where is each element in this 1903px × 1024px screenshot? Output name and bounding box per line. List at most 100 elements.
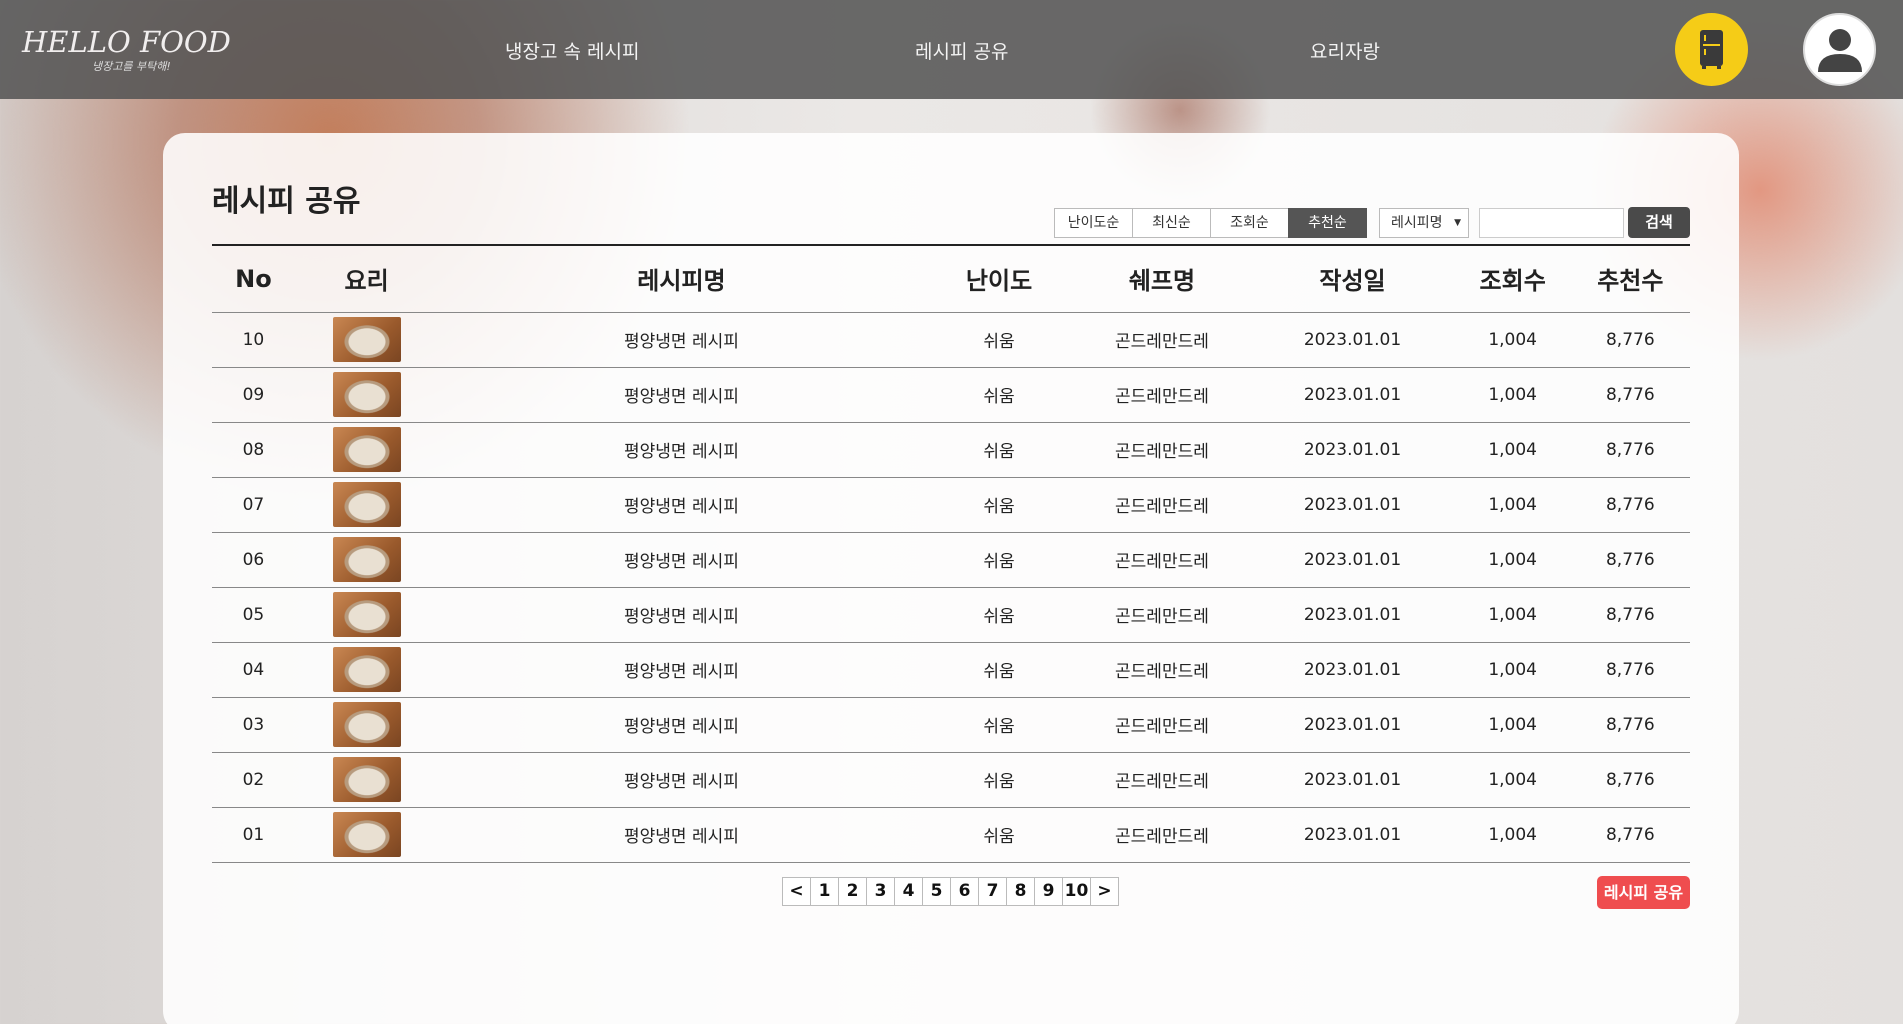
dropdown-arrow-icon: ▼ <box>1454 218 1461 228</box>
table-row[interactable]: 04 평양냉면 레시피 쉬움 곤드레만드레 2023.01.01 1,004 8,776 <box>212 642 1690 697</box>
row-views: 1,004 <box>1488 384 1537 405</box>
profile-button[interactable] <box>1803 13 1876 86</box>
row-date: 2023.01.01 <box>1303 439 1402 460</box>
row-no: 02 <box>242 769 265 790</box>
table-row[interactable]: 07 평양냉면 레시피 쉬움 곤드레만드레 2023.01.01 1,004 8,776 <box>212 477 1690 532</box>
row-chef: 곤드레만드레 <box>1115 772 1209 792</box>
dish-image <box>295 532 439 587</box>
logo[interactable]: HELLO FOOD 냉장고를 부탁해! <box>22 26 231 76</box>
dish-image <box>295 312 439 367</box>
table-row[interactable]: 06 평양냉면 레시피 쉬움 곤드레만드레 2023.01.01 1,004 8,776 <box>212 532 1690 587</box>
row-chef: 곤드레만드레 <box>1115 607 1209 627</box>
row-views: 1,004 <box>1488 604 1537 625</box>
col-header-difficulty: 난이도 <box>965 267 1033 296</box>
table-row[interactable]: 01 평양냉면 레시피 쉬움 곤드레만드레 2023.01.01 1,004 8,776 <box>212 807 1690 862</box>
dish-image <box>295 422 439 477</box>
table-row[interactable]: 10 평양냉면 레시피 쉬움 곤드레만드레 2023.01.01 1,004 8,776 <box>212 312 1690 367</box>
row-date: 2023.01.01 <box>1303 824 1402 845</box>
row-difficulty: 쉬움 <box>983 662 1015 682</box>
search-button[interactable]: 검색 <box>1628 207 1690 238</box>
nav-recipe-share[interactable]: 레시피 공유 <box>915 37 1008 64</box>
search-input[interactable] <box>1479 208 1624 238</box>
row-views: 1,004 <box>1488 824 1537 845</box>
table-row[interactable]: 08 평양냉면 레시피 쉬움 곤드레만드레 2023.01.01 1,004 8,776 <box>212 422 1690 477</box>
row-likes: 8,776 <box>1605 549 1655 570</box>
page-8-button[interactable]: 8 <box>1006 877 1035 906</box>
row-recipe-name[interactable]: 평양냉면 레시피 <box>438 422 924 477</box>
page-5-button[interactable]: 5 <box>922 877 951 906</box>
row-recipe-name[interactable]: 평양냉면 레시피 <box>438 367 924 422</box>
recipe-share-panel: 레시피 공유 난이도순 최신순 조회순 추천순 레시피명 ▼ 검색 No 요리 … <box>163 133 1739 1024</box>
row-difficulty: 쉬움 <box>983 607 1015 627</box>
row-views: 1,004 <box>1488 714 1537 735</box>
row-likes: 8,776 <box>1605 494 1655 515</box>
row-recipe-name[interactable]: 평양냉면 레시피 <box>438 642 924 697</box>
row-no: 10 <box>242 329 265 350</box>
col-header-recipe-name: 레시피명 <box>637 267 726 296</box>
row-recipe-name[interactable]: 평양냉면 레시피 <box>438 312 924 367</box>
dish-thumbnail[interactable] <box>332 427 401 472</box>
share-recipe-button[interactable]: 레시피 공유 <box>1597 876 1690 909</box>
page-7-button[interactable]: 7 <box>978 877 1007 906</box>
page-10-button[interactable]: 10 <box>1062 877 1091 906</box>
dish-thumbnail[interactable] <box>332 482 401 527</box>
dish-thumbnail[interactable] <box>332 702 401 747</box>
page-4-button[interactable]: 4 <box>894 877 923 906</box>
fridge-button[interactable] <box>1675 13 1748 86</box>
page-9-button[interactable]: 9 <box>1034 877 1063 906</box>
row-no: 06 <box>242 549 265 570</box>
row-difficulty: 쉬움 <box>983 827 1015 847</box>
dish-thumbnail[interactable] <box>332 757 401 802</box>
nav-fridge-recipes[interactable]: 냉장고 속 레시피 <box>505 37 639 64</box>
row-chef: 곤드레만드레 <box>1115 662 1209 682</box>
sort-recommend-button[interactable]: 추천순 <box>1288 208 1367 238</box>
sort-difficulty-button[interactable]: 난이도순 <box>1054 208 1133 238</box>
nav-cooking-showoff[interactable]: 요리자랑 <box>1310 37 1380 64</box>
row-likes: 8,776 <box>1605 714 1655 735</box>
dish-thumbnail[interactable] <box>332 537 401 582</box>
row-no: 03 <box>242 714 265 735</box>
table-row[interactable]: 09 평양냉면 레시피 쉬움 곤드레만드레 2023.01.01 1,004 8,776 <box>212 367 1690 422</box>
row-recipe-name[interactable]: 평양냉면 레시피 <box>438 587 924 642</box>
page-prev-button[interactable]: < <box>782 877 811 906</box>
row-difficulty: 쉬움 <box>983 552 1015 572</box>
page-next-button[interactable]: > <box>1090 877 1119 906</box>
row-views: 1,004 <box>1488 769 1537 790</box>
page-1-button[interactable]: 1 <box>810 877 839 906</box>
dish-thumbnail[interactable] <box>332 812 401 857</box>
row-chef: 곤드레만드레 <box>1115 332 1209 352</box>
page-2-button[interactable]: 2 <box>838 877 867 906</box>
dish-thumbnail[interactable] <box>332 592 401 637</box>
sort-views-button[interactable]: 조회순 <box>1210 208 1289 238</box>
table-row[interactable]: 05 평양냉면 레시피 쉬움 곤드레만드레 2023.01.01 1,004 8,776 <box>212 587 1690 642</box>
page-6-button[interactable]: 6 <box>950 877 979 906</box>
sort-latest-button[interactable]: 최신순 <box>1132 208 1211 238</box>
page-3-button[interactable]: 3 <box>866 877 895 906</box>
row-no: 01 <box>242 824 265 845</box>
row-views: 1,004 <box>1488 439 1537 460</box>
row-difficulty: 쉬움 <box>983 772 1015 792</box>
table-row[interactable]: 02 평양냉면 레시피 쉬움 곤드레만드레 2023.01.01 1,004 8,776 <box>212 752 1690 807</box>
row-likes: 8,776 <box>1605 329 1655 350</box>
row-recipe-name[interactable]: 평양냉면 레시피 <box>438 532 924 587</box>
dish-thumbnail[interactable] <box>332 647 401 692</box>
dish-thumbnail[interactable] <box>332 372 401 417</box>
row-views: 1,004 <box>1488 329 1537 350</box>
row-recipe-name[interactable]: 평양냉면 레시피 <box>438 477 924 532</box>
row-chef: 곤드레만드레 <box>1115 442 1209 462</box>
dish-image <box>295 752 439 807</box>
row-recipe-name[interactable]: 평양냉면 레시피 <box>438 697 924 752</box>
row-chef: 곤드레만드레 <box>1115 387 1209 407</box>
row-views: 1,004 <box>1488 549 1537 570</box>
row-date: 2023.01.01 <box>1303 714 1402 735</box>
row-chef: 곤드레만드레 <box>1115 827 1209 847</box>
search-field-select[interactable]: 레시피명 ▼ <box>1379 208 1469 238</box>
col-header-dish: 요리 <box>344 267 389 296</box>
dish-thumbnail[interactable] <box>332 317 401 362</box>
row-date: 2023.01.01 <box>1303 659 1402 680</box>
row-difficulty: 쉬움 <box>983 332 1015 352</box>
row-recipe-name[interactable]: 평양냉면 레시피 <box>438 752 924 807</box>
table-row[interactable]: 03 평양냉면 레시피 쉬움 곤드레만드레 2023.01.01 1,004 8,776 <box>212 697 1690 752</box>
row-recipe-name[interactable]: 평양냉면 레시피 <box>438 807 924 862</box>
col-header-chef: 쉐프명 <box>1128 267 1196 296</box>
